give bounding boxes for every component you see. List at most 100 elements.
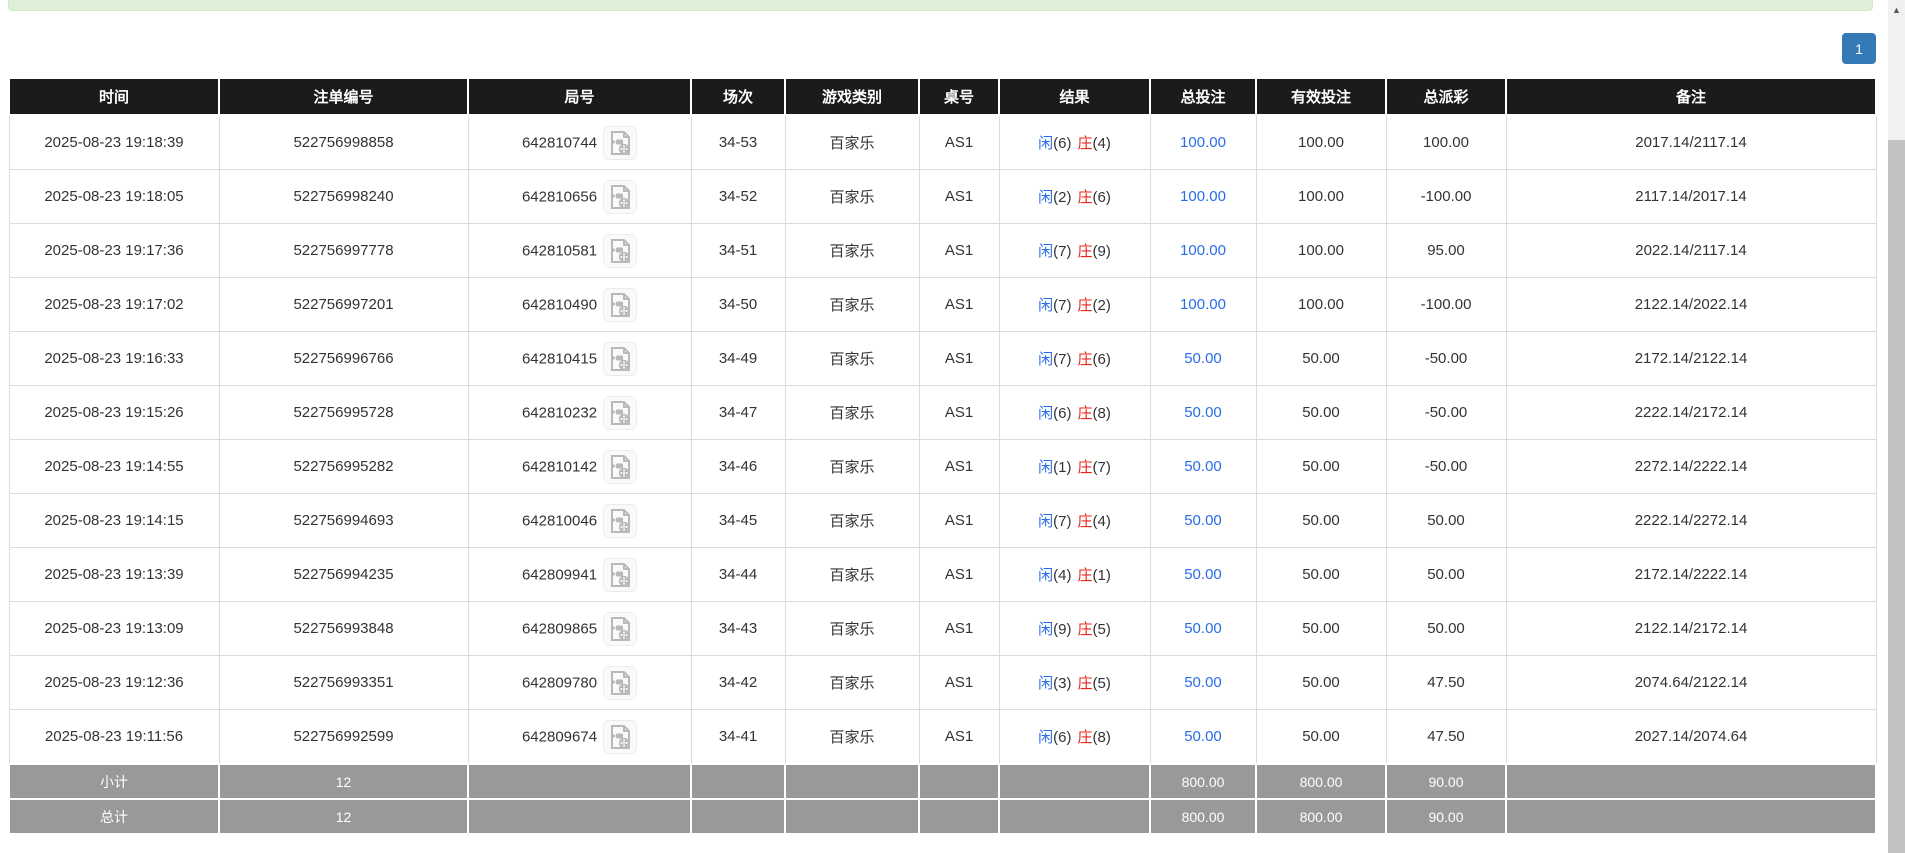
column-header-2: 注单编号 <box>218 77 469 116</box>
total-bet-link[interactable]: 100.00 <box>1180 134 1226 151</box>
result-player-label: 闲 <box>1038 351 1054 368</box>
video-replay-button[interactable] <box>603 395 638 430</box>
video-replay-button[interactable] <box>603 125 638 160</box>
cell-time: 2025-08-23 19:15:26 <box>8 385 220 440</box>
total-bet-link[interactable]: 100.00 <box>1180 242 1226 259</box>
cell-valid-bet: 100.00 <box>1255 169 1387 224</box>
round-number: 642810232 <box>521 404 598 421</box>
total-bet-link[interactable]: 100.00 <box>1180 188 1226 205</box>
cell-round: 642810232 <box>467 385 692 440</box>
result-player-score: (1) <box>1053 459 1072 476</box>
cell-valid-bet: 50.00 <box>1255 547 1387 602</box>
summary-empty-cell <box>690 798 786 835</box>
result-banker-label: 庄 <box>1077 567 1093 584</box>
cell-round: 642810581 <box>467 223 692 278</box>
cell-table-id: AS1 <box>918 277 1000 332</box>
total-bet-link[interactable]: 50.00 <box>1184 620 1222 637</box>
cell-session: 34-44 <box>690 547 786 602</box>
video-replay-button[interactable] <box>603 665 638 700</box>
total-bet-link[interactable]: 100.00 <box>1180 296 1226 313</box>
video-replay-button[interactable] <box>603 611 638 646</box>
total-total-bet: 800.00 <box>1149 798 1257 835</box>
result-player-score: (3) <box>1053 675 1072 692</box>
cell-total-bet: 50.00 <box>1149 547 1257 602</box>
result-banker-label: 庄 <box>1077 675 1093 692</box>
pagination-page-1[interactable]: 1 <box>1842 33 1876 64</box>
round-number: 642809674 <box>521 728 598 745</box>
result-banker-score: (7) <box>1092 459 1111 476</box>
cell-round: 642810490 <box>467 277 692 332</box>
total-label: 总计 <box>8 798 220 835</box>
summary-empty-cell <box>918 798 1000 835</box>
cell-game-type: 百家乐 <box>784 439 920 494</box>
cell-session: 34-46 <box>690 439 786 494</box>
cell-bet-id: 522756997201 <box>218 277 469 332</box>
cell-bet-id: 522756992599 <box>218 709 469 765</box>
cell-bet-id: 522756995282 <box>218 439 469 494</box>
result-banker-label: 庄 <box>1077 135 1093 152</box>
cell-time: 2025-08-23 19:13:09 <box>8 601 220 656</box>
round-number: 642810490 <box>521 296 598 313</box>
total-bet-link[interactable]: 50.00 <box>1184 404 1222 421</box>
cell-result: 闲(6) 庄(8) <box>998 385 1151 440</box>
video-replay-button[interactable] <box>603 557 638 592</box>
result-player-score: (7) <box>1053 243 1072 260</box>
subtotal-payout: 90.00 <box>1385 763 1507 800</box>
result-player-score: (2) <box>1053 189 1072 206</box>
video-replay-button[interactable] <box>603 449 638 484</box>
summary-empty-cell <box>1505 763 1877 800</box>
total-bet-link[interactable]: 50.00 <box>1184 674 1222 691</box>
total-bet-link[interactable]: 50.00 <box>1184 566 1222 583</box>
total-bet-link[interactable]: 50.00 <box>1184 458 1222 475</box>
cell-game-type: 百家乐 <box>784 223 920 278</box>
video-replay-icon <box>611 724 631 749</box>
cell-remark: 2222.14/2272.14 <box>1505 493 1877 548</box>
cell-bet-id: 522756994235 <box>218 547 469 602</box>
video-replay-button[interactable] <box>603 503 638 538</box>
result-player-score: (7) <box>1053 513 1072 530</box>
cell-result: 闲(9) 庄(5) <box>998 601 1151 656</box>
result-banker-label: 庄 <box>1077 405 1093 422</box>
total-count: 12 <box>218 798 469 835</box>
table-row: 2025-08-23 19:17:02 522756997201 6428104… <box>8 277 1877 332</box>
cell-payout: 47.50 <box>1385 709 1507 765</box>
result-player-score: (6) <box>1053 405 1072 422</box>
cell-remark: 2122.14/2172.14 <box>1505 601 1877 656</box>
cell-valid-bet: 50.00 <box>1255 493 1387 548</box>
cell-time: 2025-08-23 19:17:02 <box>8 277 220 332</box>
pagination: 1 <box>1842 33 1876 64</box>
result-banker-label: 庄 <box>1077 297 1093 314</box>
subtotal-label: 小计 <box>8 763 220 800</box>
cell-payout: 95.00 <box>1385 223 1507 278</box>
cell-time: 2025-08-23 19:17:36 <box>8 223 220 278</box>
table-row: 2025-08-23 19:11:56 522756992599 6428096… <box>8 709 1877 765</box>
cell-table-id: AS1 <box>918 385 1000 440</box>
cell-time: 2025-08-23 19:16:33 <box>8 331 220 386</box>
vertical-scrollbar[interactable]: ▲ <box>1888 0 1905 853</box>
video-replay-button[interactable] <box>603 179 638 214</box>
cell-game-type: 百家乐 <box>784 709 920 765</box>
cell-total-bet: 50.00 <box>1149 331 1257 386</box>
video-replay-icon <box>611 454 631 479</box>
cell-session: 34-51 <box>690 223 786 278</box>
cell-table-id: AS1 <box>918 601 1000 656</box>
total-bet-link[interactable]: 50.00 <box>1184 728 1222 745</box>
video-replay-button[interactable] <box>603 233 638 268</box>
scrollbar-up-icon[interactable]: ▲ <box>1888 0 1905 20</box>
scrollbar-thumb[interactable] <box>1888 140 1905 853</box>
cell-total-bet: 50.00 <box>1149 709 1257 765</box>
total-bet-link[interactable]: 50.00 <box>1184 512 1222 529</box>
result-banker-label: 庄 <box>1077 621 1093 638</box>
total-bet-link[interactable]: 50.00 <box>1184 350 1222 367</box>
video-replay-button[interactable] <box>603 287 638 322</box>
summary-empty-cell <box>918 763 1000 800</box>
result-banker-label: 庄 <box>1077 729 1093 746</box>
cell-session: 34-52 <box>690 169 786 224</box>
round-number: 642809865 <box>521 620 598 637</box>
result-banker-score: (6) <box>1092 351 1111 368</box>
cell-session: 34-47 <box>690 385 786 440</box>
video-replay-button[interactable] <box>603 719 638 754</box>
table-row: 2025-08-23 19:13:39 522756994235 6428099… <box>8 547 1877 602</box>
result-banker-score: (8) <box>1092 405 1111 422</box>
video-replay-button[interactable] <box>603 341 638 376</box>
